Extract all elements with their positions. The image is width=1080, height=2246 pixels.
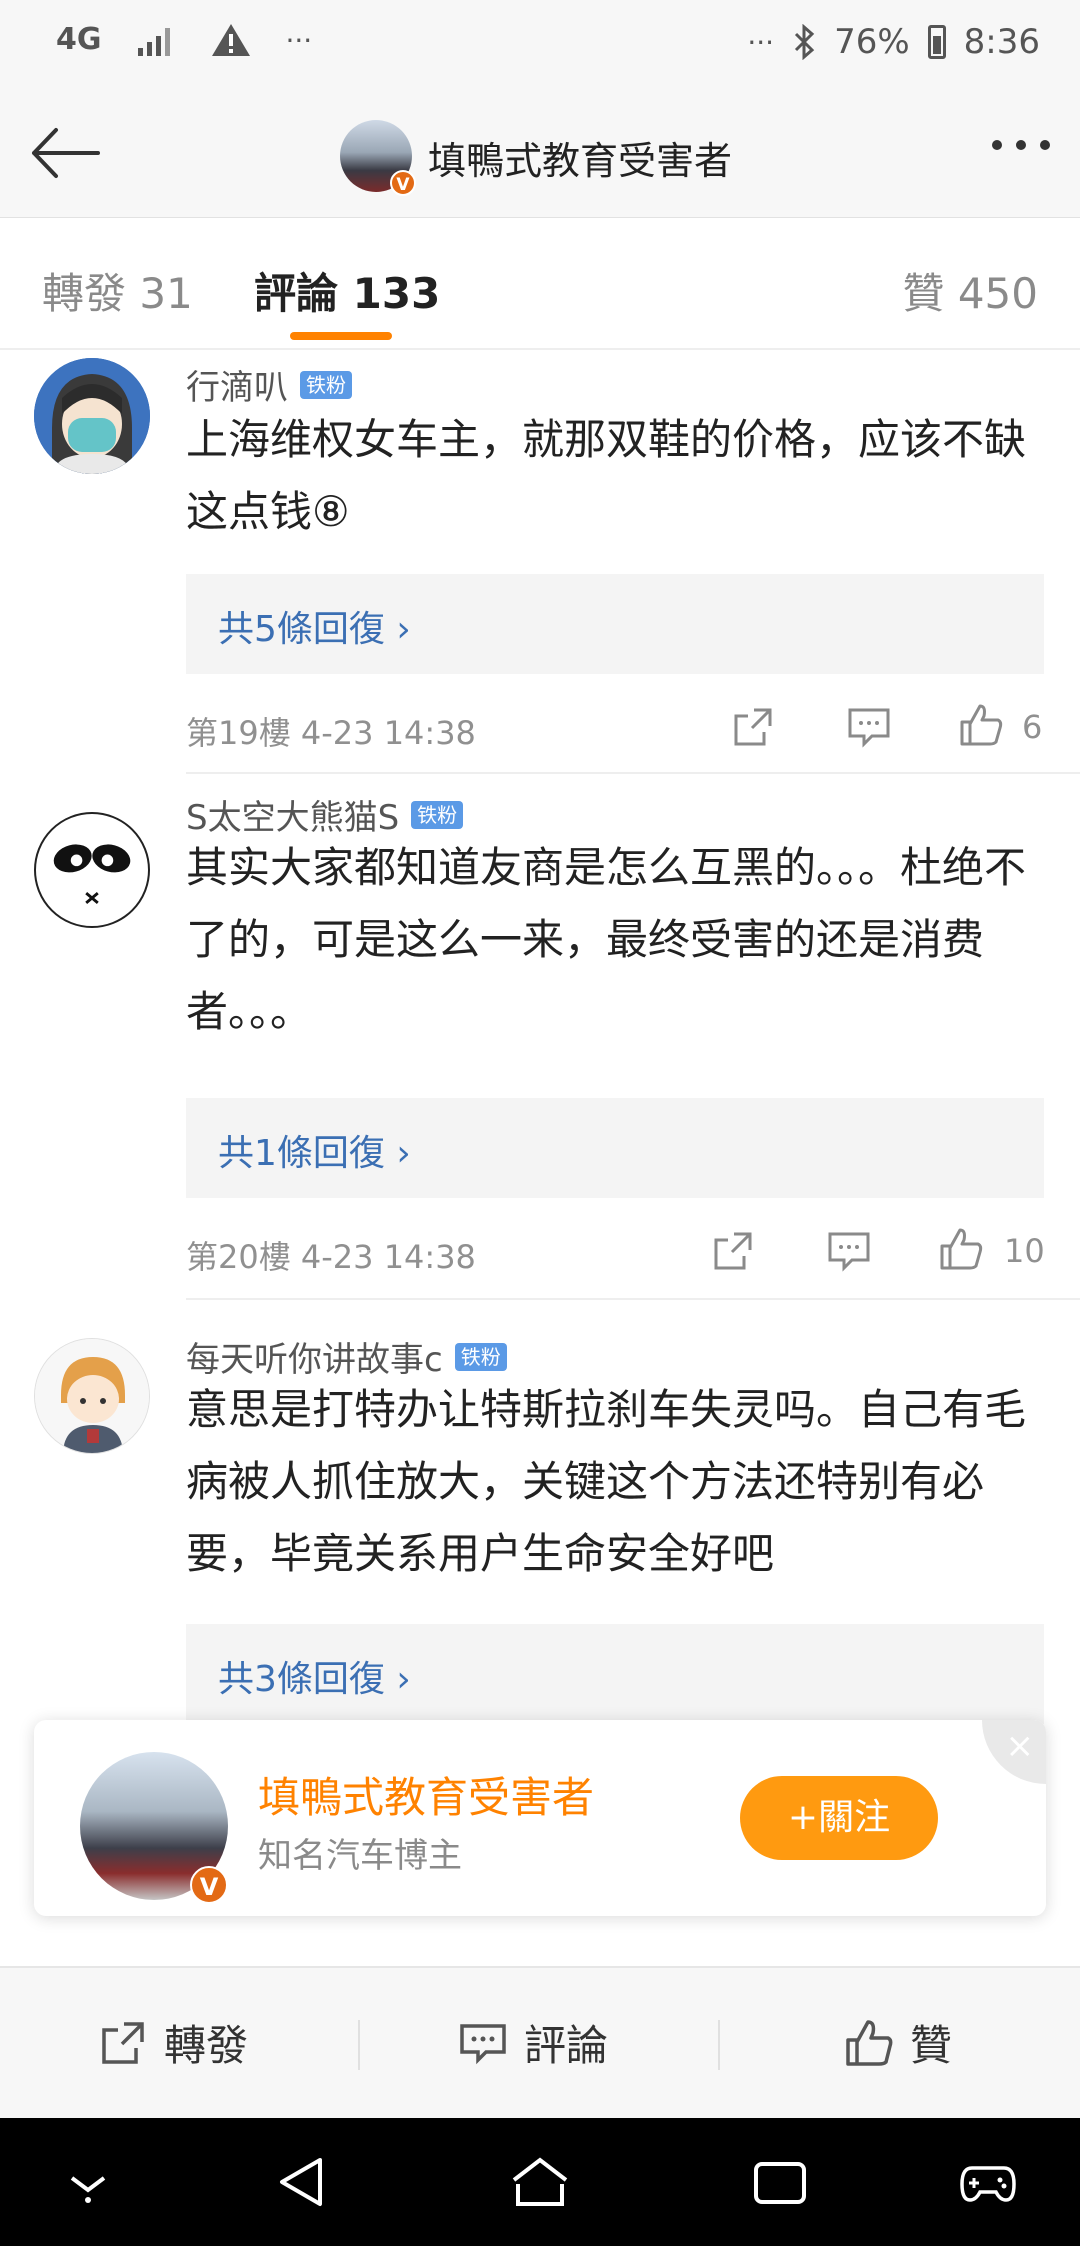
popup-avatar[interactable]: V [80,1752,228,1904]
popup-author-name[interactable]: 填鴨式教育受害者 [258,1764,594,1825]
tab-like[interactable]: 贊 450 [902,260,1038,321]
share-icon [734,708,772,746]
thumbs-up-icon [940,1228,983,1270]
repost-label: 轉發 [164,2021,249,2070]
comment-text: 意思是打特办让特斯拉刹车失灵吗。自己有毛病被人抓住放大，关键这个方法还特别有必要… [186,1385,1027,1578]
comment-item: 每天听你讲故事c 铁粉 意思是打特办让特斯拉刹车失灵吗。自己有毛病被人抓住放大，… [0,1302,1080,1724]
game-tools-button[interactable] [958,2154,1018,2210]
divider [186,772,1080,774]
avatar[interactable] [34,358,150,474]
verified-icon: V [190,1866,228,1904]
reply-box[interactable]: 共1條回復 › [186,1098,1044,1198]
user-avatar-icon [35,1339,149,1453]
reply-box[interactable]: 共3條回復 › [186,1624,1044,1724]
fan-badge: 铁粉 [411,800,464,829]
view-replies-link[interactable]: 共3條回復 › [218,1650,411,1702]
share-icon [102,2021,144,2064]
comment-text: 其实大家都知道友商是怎么互黑的。。。杜绝不了的，可是这么一来，最终受害的还是消费… [186,843,1027,1036]
tab-comment[interactable]: 評論 133 [254,260,440,321]
comment-username[interactable]: 行滴叭 铁粉 [186,360,352,409]
signal-icon [137,28,170,56]
active-tab-indicator [290,332,392,340]
divider [186,1298,1080,1300]
tab-repost[interactable]: 轉發 31 [42,260,193,321]
avatar[interactable] [34,812,150,928]
follow-button[interactable]: +關注 [740,1776,938,1860]
like-button[interactable] [958,702,1004,748]
view-replies-link[interactable]: 共5條回復 › [218,600,411,652]
page-title[interactable]: 填鴨式教育受害者 [428,130,732,185]
close-button[interactable]: × [982,1720,1046,1784]
nav-recents-button[interactable] [750,2154,810,2210]
share-icon [714,1232,752,1270]
view-replies-link[interactable]: 共1條回復 › [218,1124,411,1176]
like-button[interactable] [938,1226,984,1272]
close-icon: × [1005,1726,1035,1766]
separator [358,2020,360,2070]
overflow-icon: ··· [747,25,775,59]
comment-meta: 第20樓 4-23 14:38 [186,1238,476,1276]
battery-icon [927,25,946,59]
comment-text: 上海维权女车主，就那双鞋的价格，应该不缺这点钱⑧ [186,415,1027,536]
like-button[interactable]: 贊 [844,2012,952,2073]
panda-avatar-icon [37,815,147,925]
thumbs-up-icon [846,2019,893,2066]
more-options-button[interactable] [992,140,1050,150]
battery-percent: 76% [834,22,910,62]
reply-button[interactable] [826,1228,872,1274]
comment-item: S太空大熊猫S 铁粉 其实大家都知道友商是怎么互黑的。。。杜绝不了的，可是这么一… [0,776,1080,1300]
fan-badge: 铁粉 [300,370,352,399]
comment-icon [828,1232,870,1272]
follow-popup: V 填鴨式教育受害者 知名汽车博主 +關注 × [34,1720,1046,1916]
like-label: 贊 [910,2021,953,2070]
gamepad-icon [960,2166,1016,2202]
repost-button[interactable]: 轉發 [98,2012,248,2073]
share-button[interactable] [730,704,776,750]
avatar[interactable] [34,1338,150,1454]
bottom-action-bar: 轉發 評論 贊 [0,1966,1080,2118]
share-button[interactable] [710,1228,756,1274]
tab-bar: 轉發 31 評論 133 贊 450 [0,218,1080,350]
home-icon [512,2157,568,2206]
popup-author-description: 知名汽车博主 [258,1836,462,1876]
verified-icon: V [390,170,416,196]
chevron-down-icon [70,2176,106,2203]
warning-icon [211,24,250,56]
status-bar: 4G ··· ··· 76% 8:36 [0,0,1080,90]
clock: 8:36 [963,22,1040,62]
comment-label: 評論 [524,2021,609,2070]
bluetooth-icon [795,24,815,60]
more-notifications-icon: ··· [285,23,313,57]
back-button[interactable] [26,118,106,188]
nav-home-button[interactable] [510,2154,570,2210]
system-nav-bar [0,2118,1080,2246]
like-count: 6 [1022,708,1043,746]
top-header: V 填鴨式教育受害者 [0,90,1080,218]
comment-item: 行滴叭 铁粉 上海维权女车主，就那双鞋的价格，应该不缺这点钱⑧ 共5條回復 › … [0,352,1080,774]
comment-icon [848,708,890,748]
author-avatar[interactable]: V [340,120,416,196]
recents-icon [754,2162,806,2204]
hide-keyboard-button[interactable] [58,2154,118,2210]
comment-meta: 第19樓 4-23 14:38 [186,714,476,752]
back-arrow-icon [32,128,100,178]
back-triangle-icon [280,2158,322,2206]
fan-badge: 铁粉 [454,1342,507,1371]
reply-box[interactable]: 共5條回復 › [186,574,1044,674]
reply-button[interactable] [846,704,892,750]
comment-icon [460,2023,506,2064]
comment-button[interactable]: 評論 [458,2012,608,2073]
separator [718,2020,720,2070]
like-count: 10 [1004,1232,1045,1270]
thumbs-up-icon [960,704,1003,746]
network-type: 4G [56,22,102,57]
nav-back-button[interactable] [272,2154,332,2210]
user-avatar-icon [34,358,150,474]
